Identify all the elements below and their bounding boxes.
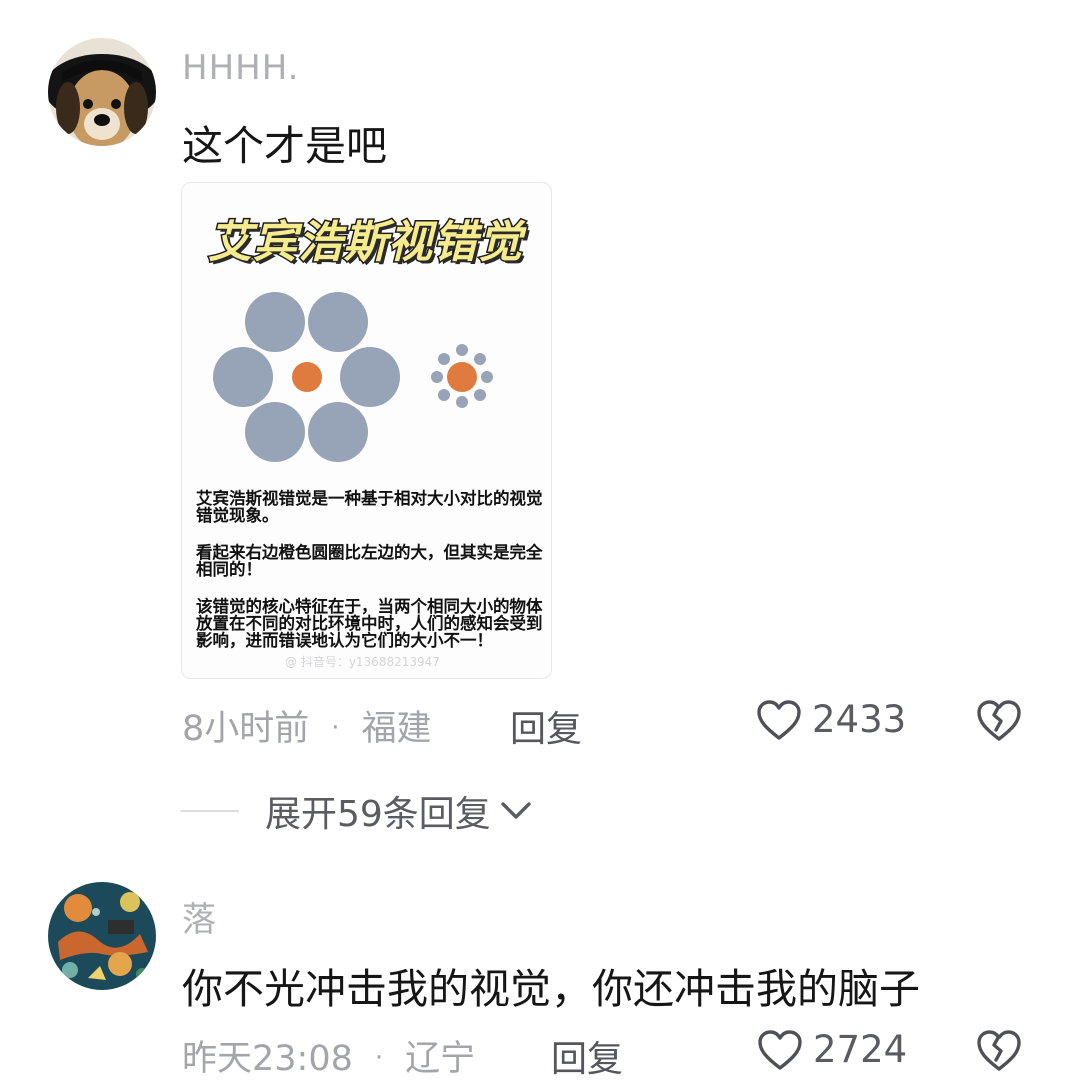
gray-circle: [340, 347, 400, 407]
ebbinghaus-illusion-figure: [213, 292, 493, 462]
small-gray-circle: [438, 353, 450, 365]
small-gray-circle: [481, 371, 493, 383]
user-avatar[interactable]: [48, 882, 156, 990]
album-art-avatar: [48, 882, 156, 990]
small-gray-circle: [474, 353, 486, 365]
like-button[interactable]: 2433: [756, 698, 906, 741]
image-title: 艾宾浩斯视错觉: [207, 216, 524, 270]
comment-time: 8小时前: [182, 709, 310, 749]
heart-outline-icon: [758, 1029, 802, 1070]
broken-heart-icon[interactable]: [975, 698, 1023, 742]
expand-replies-label: 展开59条回复: [265, 794, 491, 835]
chevron-down-icon: [501, 802, 531, 819]
reply-button[interactable]: 回复: [510, 700, 582, 752]
image-paragraph: 艾宾浩斯视错觉是一种基于相对大小对比的视觉错觉现象。: [196, 489, 543, 525]
puppy-avatar: [48, 38, 156, 146]
username[interactable]: HHHH.: [182, 48, 299, 88]
gray-circle: [213, 347, 273, 407]
comment-text: 这个才是吧: [182, 122, 387, 170]
orange-circle-right: [447, 362, 477, 392]
gray-circle: [245, 402, 305, 462]
small-gray-circle: [438, 389, 450, 401]
like-count: 2724: [813, 1028, 908, 1071]
comment-location: 福建: [361, 709, 432, 749]
image-watermark: @ 抖音号：y13688213947: [285, 655, 440, 669]
broken-heart-icon[interactable]: [975, 1028, 1023, 1072]
reply-button[interactable]: 回复: [551, 1030, 623, 1082]
comment-text: 你不光冲击我的视觉，你还冲击我的脑子: [182, 965, 920, 1013]
gray-circle: [308, 402, 368, 462]
small-gray-circle: [474, 389, 486, 401]
divider-line: [181, 810, 239, 812]
like-count: 2433: [812, 698, 907, 741]
gray-circle: [245, 292, 305, 352]
small-gray-circle: [431, 371, 443, 383]
heart-outline-icon: [757, 699, 801, 740]
comment-meta: 8小时前 · 福建: [182, 709, 432, 749]
image-paragraph: 看起来右边橙色圆圈比左边的大，但其实是完全相同的！: [196, 543, 543, 579]
small-gray-circle: [456, 344, 468, 356]
gray-circle: [308, 292, 368, 352]
user-avatar[interactable]: [48, 38, 156, 146]
username[interactable]: 落: [182, 892, 217, 941]
image-paragraph: 该错觉的核心特征在于，当两个相同大小的物体放置在不同的对比环境中时，人们的感知会…: [196, 597, 543, 650]
comment-time: 昨天23:08: [182, 1039, 353, 1079]
comment-location: 辽宁: [405, 1039, 476, 1079]
like-button[interactable]: 2724: [757, 1028, 907, 1071]
small-gray-circle: [456, 396, 468, 408]
expand-replies-button[interactable]: 展开59条回复: [181, 785, 533, 837]
comment-meta: 昨天23:08 · 辽宁: [182, 1039, 476, 1079]
orange-circle-left: [292, 362, 322, 392]
